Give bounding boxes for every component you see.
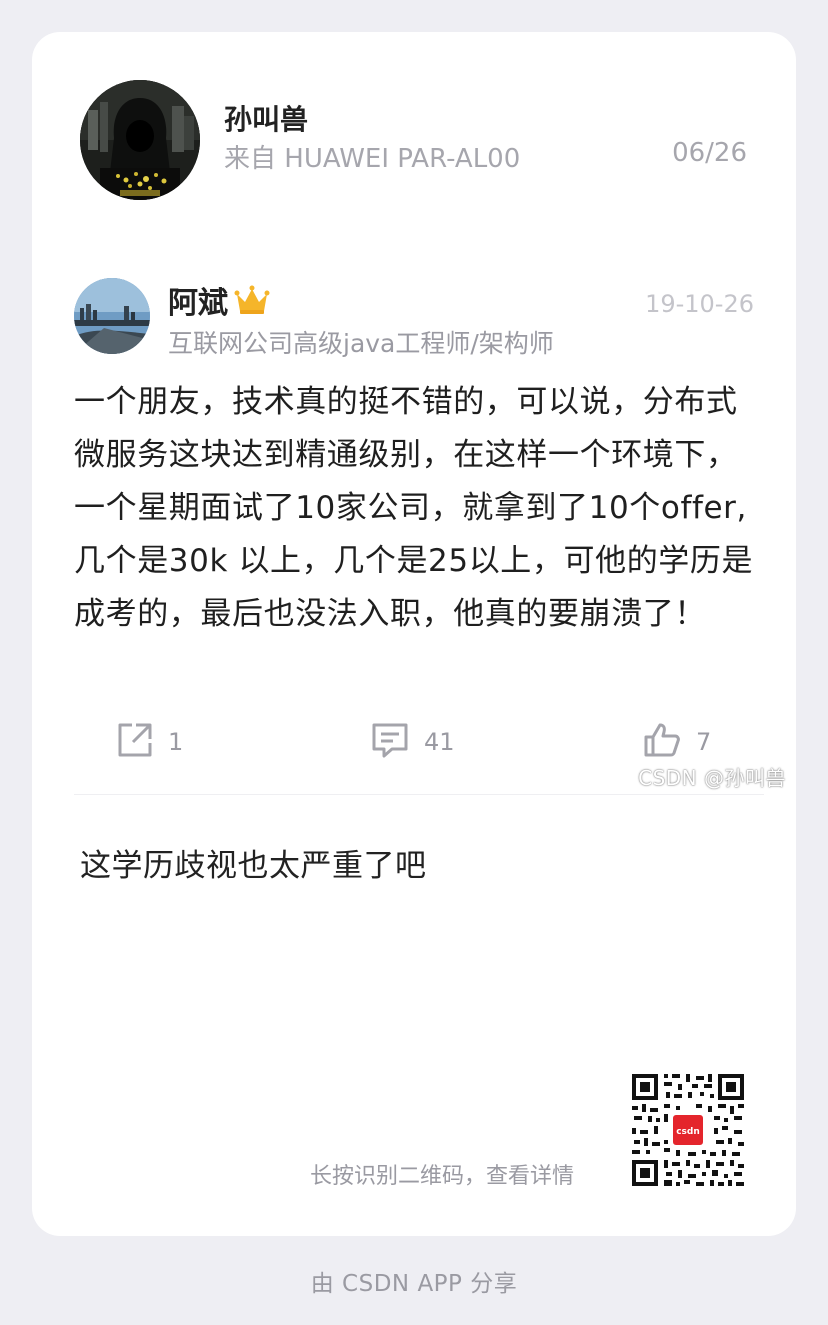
author-name[interactable]: 阿斌 [168,278,270,322]
comment-count: 41 [424,728,455,756]
like-button[interactable]: 7 [642,718,711,766]
qr-code[interactable]: csdn [630,1072,746,1188]
author-avatar[interactable] [74,278,150,354]
share-count: 1 [168,728,184,756]
sharer-avatar[interactable] [80,80,200,200]
divider [74,794,764,795]
thumbs-up-icon [642,721,682,763]
watermark: CSDN @孙叫兽 [638,766,786,790]
crown-icon [234,284,270,316]
comment-button[interactable]: 41 [370,718,455,766]
hooded-hacker-avatar-icon [80,80,200,200]
author-name-label: 阿斌 [168,286,228,321]
post-time: 19-10-26 [645,290,754,318]
post-content[interactable]: 一个朋友，技术真的挺不错的，可以说，分布式微服务这块达到精通级别，在这样一个环境… [74,376,764,641]
sharer-date: 06/26 [672,138,747,168]
qr-center-label: csdn [676,1127,700,1137]
sharer-device: 来自 HUAWEI PAR-AL00 [224,144,521,174]
sharer-name[interactable]: 孙叫兽 [224,98,308,138]
share-card: 孙叫兽 来自 HUAWEI PAR-AL00 06/26 阿斌 19-10-26… [32,32,796,1236]
share-button[interactable]: 1 [116,718,183,766]
author-title: 互联网公司高级java工程师/架构师 [168,329,554,358]
like-count: 7 [696,728,712,756]
share-icon [116,721,154,763]
qr-hint: 长按识别二维码，查看详情 [310,1164,575,1189]
comment-icon [370,721,410,763]
share-comment: 这学历歧视也太严重了吧 [80,848,427,884]
share-footer: 由 CSDN APP 分享 [310,1271,518,1297]
qr-code-icon: csdn [630,1072,746,1188]
city-skyline-avatar-icon [74,278,150,354]
post-actions: 1 41 7 [74,718,764,766]
